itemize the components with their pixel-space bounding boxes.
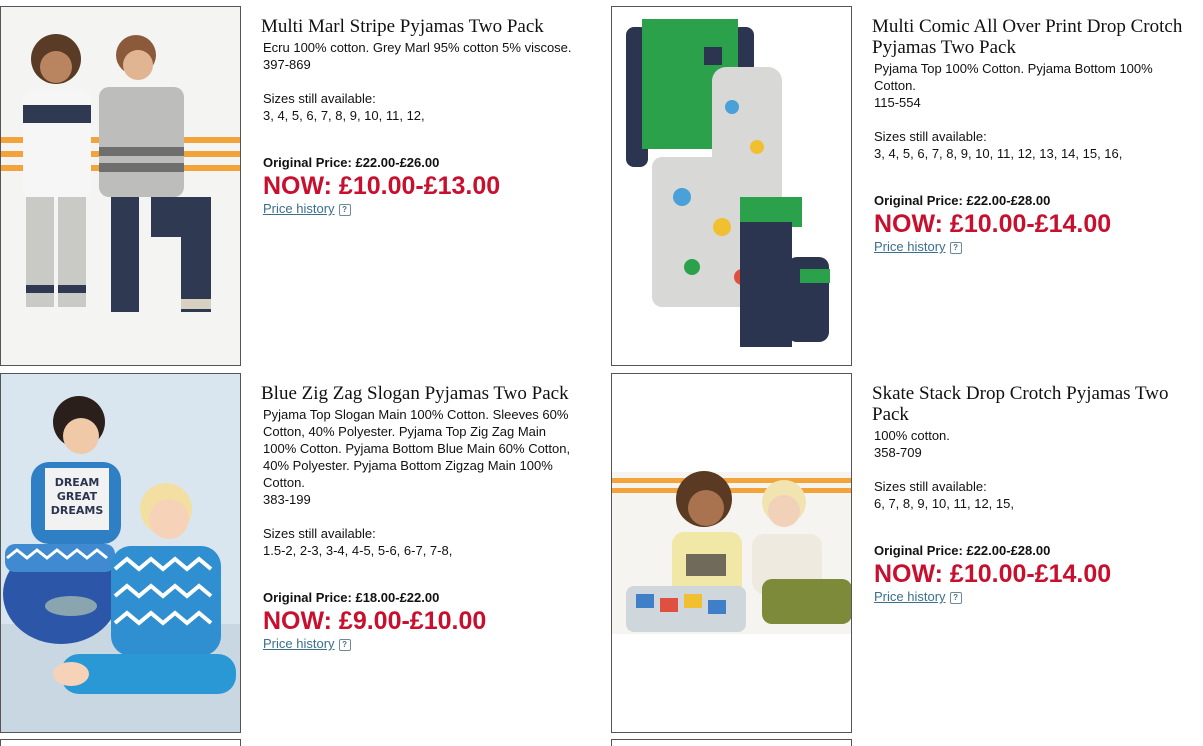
now-price: NOW: £10.00-£14.00: [874, 560, 1112, 588]
now-price: NOW: £9.00-£10.00: [263, 607, 487, 635]
now-price: NOW: £10.00-£13.00: [263, 172, 501, 200]
product-title[interactable]: Blue Zig Zag Slogan Pyjamas Two Pack: [261, 383, 581, 404]
sizes-list: 6, 7, 8, 9, 10, 11, 12, 15,: [874, 496, 1014, 511]
product-description: Ecru 100% cotton. Grey Marl 95% cotton 5…: [263, 40, 572, 55]
product-card: Multi Comic All Over Print Drop Crotch P…: [611, 6, 1203, 366]
product-image[interactable]: [611, 373, 852, 733]
sizes-label: Sizes still available:: [263, 91, 376, 106]
sizes-label: Sizes still available:: [874, 129, 987, 144]
image-slogan-text: DREAM: [55, 476, 100, 489]
svg-text:GREAT: GREAT: [57, 490, 98, 503]
sizes-label: Sizes still available:: [263, 526, 376, 541]
product-description: Pyjama Top 100% Cotton. Pyjama Bottom 10…: [874, 61, 1153, 93]
price-history-link[interactable]: Price history: [874, 239, 946, 254]
product-card: DREAM GREAT DREAMS Blue Zig Zag Slogan P…: [0, 373, 600, 733]
product-code: 115-554: [874, 95, 921, 110]
info-icon[interactable]: ?: [338, 204, 351, 216]
product-title[interactable]: Multi Marl Stripe Pyjamas Two Pack: [261, 16, 581, 37]
original-price: Original Price: £22.00-£28.00: [874, 193, 1051, 208]
sizes-label: Sizes still available:: [874, 479, 987, 494]
product-description: 100% cotton.: [874, 428, 950, 443]
now-price: NOW: £10.00-£14.00: [874, 210, 1112, 238]
price-history: Price history?: [261, 201, 581, 217]
price-history: Price history?: [872, 239, 1192, 255]
product-card: Skate Stack Drop Crotch Pyjamas Two Pack…: [611, 373, 1203, 733]
sizes-list: 3, 4, 5, 6, 7, 8, 9, 10, 11, 12, 13, 14,…: [874, 146, 1123, 161]
info-icon[interactable]: ?: [949, 242, 962, 254]
svg-text:DREAMS: DREAMS: [51, 504, 104, 517]
product-image[interactable]: DREAM GREAT DREAMS: [0, 373, 241, 733]
product-code: 397-869: [263, 57, 311, 72]
product-photo-pyjamas-stripe: [1, 7, 240, 365]
sizes-list: 1.5-2, 2-3, 3-4, 4-5, 5-6, 6-7, 7-8,: [263, 543, 453, 558]
product-image[interactable]: [611, 6, 852, 366]
original-price: Original Price: £18.00-£22.00: [263, 590, 440, 605]
price-history-link[interactable]: Price history: [263, 636, 335, 651]
product-card: Multi Marl Stripe Pyjamas Two Pack Ecru …: [0, 6, 600, 366]
info-icon[interactable]: ?: [338, 639, 351, 651]
product-photo-pyjamas-zigzag: DREAM GREAT DREAMS: [1, 374, 240, 732]
price-history-link[interactable]: Price history: [874, 589, 946, 604]
original-price: Original Price: £22.00-£28.00: [874, 543, 1051, 558]
price-history: Price history?: [261, 636, 581, 652]
product-code: 383-199: [263, 492, 311, 507]
product-image[interactable]: [0, 6, 241, 366]
product-code: 358-709: [874, 445, 922, 460]
sizes-list: 3, 4, 5, 6, 7, 8, 9, 10, 11, 12,: [263, 108, 425, 123]
product-title[interactable]: Skate Stack Drop Crotch Pyjamas Two Pack: [872, 383, 1192, 425]
product-photo-pyjamas-skate: [612, 374, 851, 732]
product-title[interactable]: Multi Comic All Over Print Drop Crotch P…: [872, 16, 1192, 58]
price-history-link[interactable]: Price history: [263, 201, 335, 216]
product-photo-pyjamas-comic: [612, 7, 851, 365]
product-info: Multi Marl Stripe Pyjamas Two Pack Ecru …: [261, 16, 581, 217]
original-price: Original Price: £22.00-£26.00: [263, 155, 440, 170]
product-info: Skate Stack Drop Crotch Pyjamas Two Pack…: [872, 383, 1192, 605]
price-history: Price history?: [872, 589, 1192, 605]
product-description: Pyjama Top Slogan Main 100% Cotton. Slee…: [263, 407, 571, 490]
product-info: Blue Zig Zag Slogan Pyjamas Two Pack Pyj…: [261, 383, 581, 652]
info-icon[interactable]: ?: [949, 592, 962, 604]
product-info: Multi Comic All Over Print Drop Crotch P…: [872, 16, 1192, 255]
